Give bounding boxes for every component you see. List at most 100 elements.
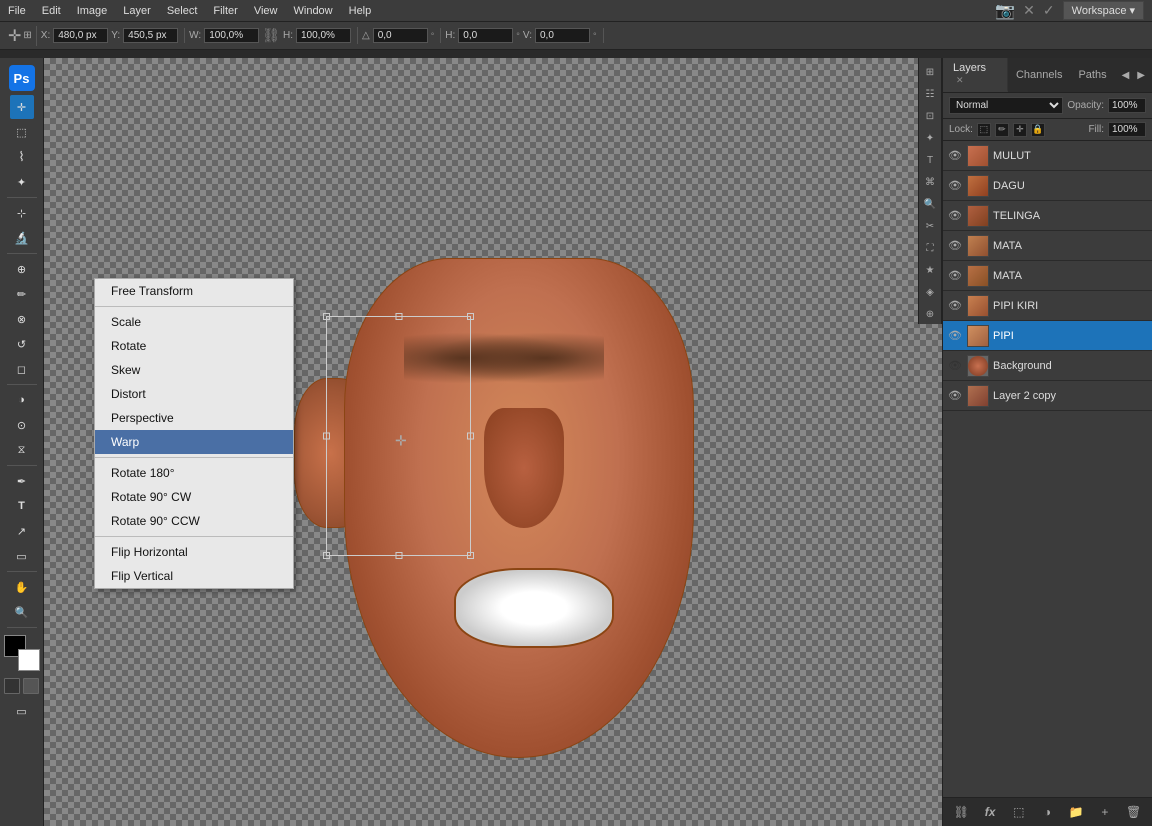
zoom-tool[interactable]: 🔍 (10, 600, 34, 624)
layer-eye-pipi[interactable]: 👁 (947, 328, 963, 344)
cancel-icon[interactable]: ✕ (1023, 2, 1035, 19)
rotate-input[interactable] (373, 28, 428, 43)
adjustment-layer-btn[interactable]: ◑ (1037, 802, 1057, 822)
clone-stamp-tool[interactable]: ⊗ (10, 307, 34, 331)
transform-handle-tr[interactable] (467, 313, 474, 320)
brush-tool[interactable]: ✏ (10, 282, 34, 306)
layer-eye-layer2copy[interactable]: 👁 (947, 388, 963, 404)
blend-mode-select[interactable]: Normal (949, 97, 1063, 114)
ctx-perspective[interactable]: Perspective (95, 406, 293, 430)
mini-btn-12[interactable]: ⊕ (920, 304, 940, 324)
mini-btn-3[interactable]: ⊡ (920, 106, 940, 126)
menu-filter[interactable]: Filter (205, 3, 245, 19)
mini-btn-9[interactable]: ⛶ (920, 238, 940, 258)
workspace-button[interactable]: Workspace ▾ (1063, 1, 1144, 20)
tab-layers-close[interactable]: ✕ (956, 75, 964, 85)
crop-tool[interactable]: ⊹ (10, 201, 34, 225)
transform-handle-ml[interactable] (323, 433, 330, 440)
hand-tool[interactable]: ✋ (10, 575, 34, 599)
magic-wand-tool[interactable]: ✦ (10, 170, 34, 194)
mini-btn-10[interactable]: ★ (920, 260, 940, 280)
ctx-flip-horizontal[interactable]: Flip Horizontal (95, 540, 293, 564)
ctx-scale[interactable]: Scale (95, 310, 293, 334)
fill-input[interactable] (1108, 122, 1146, 137)
mini-btn-7[interactable]: 🔍 (920, 194, 940, 214)
panel-collapse-btn[interactable]: ◀ (1119, 70, 1133, 81)
blur-tool[interactable]: ⊙ (10, 413, 34, 437)
pen-tool[interactable]: ✒ (10, 469, 34, 493)
lock-position[interactable]: ✛ (1013, 123, 1027, 137)
layer-eye-telinga[interactable]: 👁 (947, 208, 963, 224)
transform-center-point[interactable]: ✛ (395, 433, 402, 440)
ctx-rotate90cw[interactable]: Rotate 90° CW (95, 485, 293, 509)
transform-handle-mr[interactable] (467, 433, 474, 440)
mini-btn-1[interactable]: ⊞ (920, 62, 940, 82)
transform-handle-tm[interactable] (395, 313, 402, 320)
mini-btn-2[interactable]: ☷ (920, 84, 940, 104)
add-mask-btn[interactable]: ⬚ (1009, 802, 1029, 822)
quick-mask-normal[interactable] (4, 678, 20, 694)
layer-mulut[interactable]: 👁 MULUT (943, 141, 1152, 171)
shape-tool[interactable]: ▭ (10, 544, 34, 568)
text-tool[interactable]: T (10, 494, 34, 518)
h-input[interactable] (296, 28, 351, 43)
ctx-distort[interactable]: Distort (95, 382, 293, 406)
layer-eye-background[interactable]: 👁 (947, 358, 963, 374)
ctx-flip-vertical[interactable]: Flip Vertical (95, 564, 293, 588)
x-input[interactable] (53, 28, 108, 43)
menu-layer[interactable]: Layer (115, 3, 159, 19)
h2-input[interactable] (458, 28, 513, 43)
lock-transparency[interactable]: ⬚ (977, 123, 991, 137)
ctx-skew[interactable]: Skew (95, 358, 293, 382)
menu-file[interactable]: File (0, 3, 34, 19)
eyedropper-tool[interactable]: 🔬 (10, 226, 34, 250)
color-chips[interactable] (4, 635, 40, 671)
layer-layer2copy[interactable]: 👁 Layer 2 copy (943, 381, 1152, 411)
menu-edit[interactable]: Edit (34, 3, 69, 19)
layer-eye-mulut[interactable]: 👁 (947, 148, 963, 164)
layer-pipi[interactable]: 👁 PIPI (943, 321, 1152, 351)
mini-btn-8[interactable]: ✂ (920, 216, 940, 236)
ctx-rotate90ccw[interactable]: Rotate 90° CCW (95, 509, 293, 533)
history-brush-tool[interactable]: ↺ (10, 332, 34, 356)
eraser-tool[interactable]: ◻ (10, 357, 34, 381)
menu-image[interactable]: Image (69, 3, 116, 19)
transform-box[interactable]: ✛ (326, 316, 471, 556)
layer-eye-pipi-kiri[interactable]: 👁 (947, 298, 963, 314)
gradient-tool[interactable]: ◑ (10, 388, 34, 412)
mini-btn-11[interactable]: ◈ (920, 282, 940, 302)
menu-select[interactable]: Select (159, 3, 206, 19)
screen-mode-btn[interactable]: ▭ (10, 699, 34, 723)
v-input[interactable] (535, 28, 590, 43)
transform-handle-bl[interactable] (323, 552, 330, 559)
rect-select-tool[interactable]: ⬚ (10, 120, 34, 144)
lock-all[interactable]: 🔒 (1031, 123, 1045, 137)
dodge-tool[interactable]: ⧖ (10, 438, 34, 462)
move-tool[interactable]: ✛ (10, 95, 34, 119)
layer-eye-mata1[interactable]: 👁 (947, 238, 963, 254)
link-icon[interactable]: ⛓ (262, 27, 280, 44)
lasso-tool[interactable]: ⌇ (10, 145, 34, 169)
transform-handle-br[interactable] (467, 552, 474, 559)
quick-mask-mode[interactable] (23, 678, 39, 694)
tab-channels[interactable]: Channels (1008, 65, 1070, 85)
transform-handle-tl[interactable] (323, 313, 330, 320)
tab-paths[interactable]: Paths (1070, 65, 1114, 85)
layer-mata1[interactable]: 👁 MATA (943, 231, 1152, 261)
delete-layer-btn[interactable]: 🗑 (1124, 802, 1144, 822)
layer-eye-dagu[interactable]: 👁 (947, 178, 963, 194)
ctx-free-transform[interactable]: Free Transform (95, 279, 293, 303)
layer-telinga[interactable]: 👁 TELINGA (943, 201, 1152, 231)
menu-view[interactable]: View (246, 3, 286, 19)
opacity-input[interactable] (1108, 98, 1146, 113)
tab-layers[interactable]: Layers ✕ (943, 58, 1008, 92)
mini-btn-6[interactable]: ⌘ (920, 172, 940, 192)
transform-handle-bm[interactable] (395, 552, 402, 559)
fx-btn[interactable]: fx (980, 802, 1000, 822)
path-select-tool[interactable]: ↗ (10, 519, 34, 543)
background-color[interactable] (18, 649, 40, 671)
layer-eye-mata2[interactable]: 👁 (947, 268, 963, 284)
ctx-warp[interactable]: Warp (95, 430, 293, 454)
mini-btn-4[interactable]: ✦ (920, 128, 940, 148)
link-layers-btn[interactable]: ⛓ (951, 802, 971, 822)
